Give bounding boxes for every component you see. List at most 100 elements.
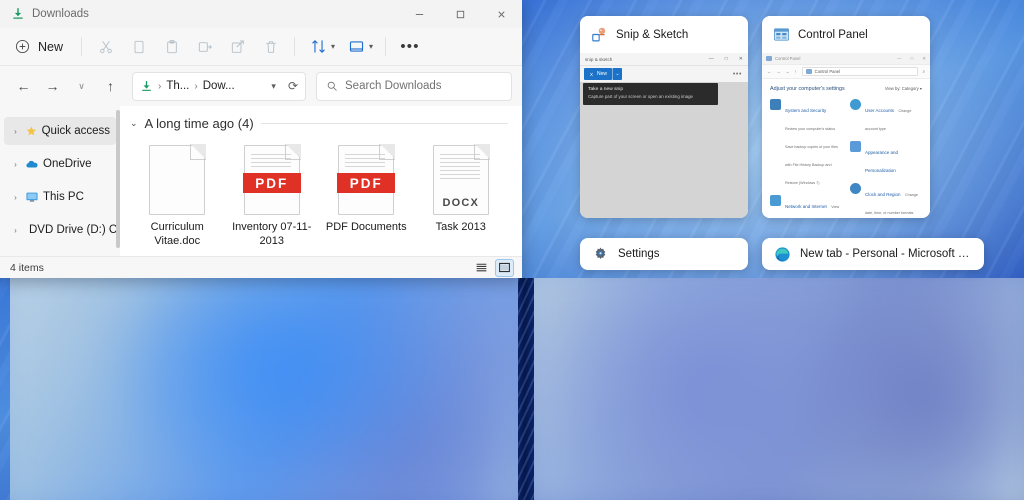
desktop-preview-right[interactable] xyxy=(534,278,1024,500)
view-caret-icon[interactable]: ▾ xyxy=(369,42,377,51)
new-button-label: New xyxy=(38,39,64,54)
chevron-right-icon[interactable]: › xyxy=(10,193,21,202)
chevron-right-icon[interactable]: › xyxy=(10,127,21,136)
taskview-card-title: New tab - Personal - Microsoft Ed... xyxy=(800,248,972,260)
cp-preview-column-right: User Accounts Change account type Appear… xyxy=(850,99,922,218)
chevron-down-icon[interactable]: ⌄ xyxy=(130,118,138,129)
clipboard-icon xyxy=(166,39,177,53)
breadcrumb-separator: › xyxy=(194,80,198,92)
large-icon xyxy=(499,262,510,273)
cp-preview-up-icon: ↑ xyxy=(794,69,797,74)
docx-document-icon: DOCX xyxy=(432,144,490,215)
desktop-preview-right-image xyxy=(534,278,1024,500)
breadcrumb-caret-icon[interactable]: ▾ xyxy=(266,81,281,92)
file-item[interactable]: PDF Inventory 07-11-2013 xyxy=(225,141,320,249)
forward-button[interactable]: → xyxy=(39,73,66,100)
trash-icon xyxy=(265,40,276,53)
cp-preview-item-title: Network and Internet xyxy=(785,204,827,209)
file-grid: Curriculum Vitae.doc PDF Inventory 07-11… xyxy=(130,135,508,249)
back-button[interactable]: ← xyxy=(10,73,37,100)
item-count-label: 4 items xyxy=(10,261,44,274)
shield-icon xyxy=(770,99,781,110)
user-icon xyxy=(850,99,861,110)
copy-button[interactable] xyxy=(123,33,154,61)
refresh-button[interactable]: ⟳ xyxy=(285,79,298,93)
large-icons-view-button[interactable] xyxy=(495,258,514,277)
doc-fold xyxy=(190,144,207,160)
snip-preview-toolbar: New ⌄ ••• xyxy=(580,66,748,82)
paste-button[interactable] xyxy=(156,33,187,61)
maximize-button[interactable] xyxy=(440,0,481,28)
desktop-preview-left[interactable] xyxy=(10,278,518,500)
delete-button[interactable] xyxy=(255,33,286,61)
sort-caret-icon[interactable]: ▾ xyxy=(331,42,339,51)
docx-badge: DOCX xyxy=(442,197,480,209)
share-button[interactable] xyxy=(222,33,253,61)
snip-preview-maximize: □ xyxy=(724,56,728,62)
doc-fold xyxy=(284,144,301,160)
navigation-pane: › Quick access › OneDrive › This PC › DV… xyxy=(0,106,120,256)
minimize-button[interactable] xyxy=(399,0,440,28)
taskview-card-edge[interactable]: New tab - Personal - Microsoft Ed... xyxy=(762,238,984,270)
search-placeholder: Search Downloads xyxy=(345,80,442,92)
sidebar-item-label: Quick access xyxy=(41,125,110,137)
sort-button[interactable] xyxy=(303,33,334,61)
more-options-button[interactable]: ••• xyxy=(394,33,426,61)
new-button[interactable]: New xyxy=(10,33,73,61)
appearance-icon xyxy=(850,141,861,152)
snip-preview-tooltip-desc: Capture part of your screen or open an e… xyxy=(588,94,693,99)
snip-preview-title: snip & sketch xyxy=(585,56,613,62)
address-bar[interactable]: › Th... › Dow... ▾ ⟳ xyxy=(132,71,306,101)
close-button[interactable] xyxy=(481,0,522,28)
list-icon xyxy=(476,263,487,272)
chevron-right-icon[interactable]: › xyxy=(10,226,21,235)
clock-icon xyxy=(850,183,861,194)
recent-locations-button[interactable]: ∨ xyxy=(68,73,95,100)
taskview-card-settings[interactable]: Settings xyxy=(580,238,748,270)
taskview-card-control-panel[interactable]: Control Panel Control Panel — □ ✕ ← → ⌄ … xyxy=(762,16,930,218)
search-input[interactable]: Search Downloads xyxy=(316,71,512,101)
cp-preview-view-by: View by: Category ▾ xyxy=(884,86,922,91)
file-item[interactable]: DOCX Task 2013 xyxy=(414,141,509,249)
file-item[interactable]: Curriculum Vitae.doc xyxy=(130,141,225,249)
sidebar-item-dvd-drive[interactable]: › DVD Drive (D:) Cl xyxy=(4,216,116,244)
cp-preview-titlebar: Control Panel — □ ✕ xyxy=(762,53,930,65)
sidebar-item-quick-access[interactable]: › Quick access xyxy=(4,117,116,145)
snip-preview-new-button: New xyxy=(584,68,613,80)
snip-preview-close: ✕ xyxy=(738,56,743,62)
cp-preview-item: System and Security Review your computer… xyxy=(770,99,842,189)
cp-preview-address-chip: Control Panel xyxy=(801,67,918,76)
up-button[interactable]: ↑ xyxy=(97,73,124,100)
breadcrumb-item-downloads[interactable]: Dow... xyxy=(203,80,235,92)
view-switcher xyxy=(472,258,514,277)
cp-preview-window-controls: — □ ✕ xyxy=(897,56,926,62)
explorer-statusbar: 4 items xyxy=(0,256,522,278)
file-group-header[interactable]: ⌄ A long time ago (4) xyxy=(130,116,508,131)
sidebar-item-this-pc[interactable]: › This PC xyxy=(4,183,116,211)
breadcrumb-separator: › xyxy=(158,80,162,92)
taskview-card-title: Snip & Sketch xyxy=(616,28,689,41)
view-button[interactable] xyxy=(341,33,372,61)
desktop-preview-strip xyxy=(0,278,1024,500)
breadcrumb-item-this-pc[interactable]: Th... xyxy=(166,80,189,92)
control-panel-window-preview: Control Panel — □ ✕ ← → ⌄ ↑ Control Pane… xyxy=(762,53,930,218)
file-item[interactable]: PDF PDF Documents xyxy=(319,141,414,249)
file-list-view[interactable]: ⌄ A long time ago (4) Curriculum Vitae.d… xyxy=(120,106,522,256)
cp-preview-history-icon: ⌄ xyxy=(785,68,790,74)
cp-preview-heading: Adjust your computer's settings xyxy=(770,86,845,92)
sidebar-item-onedrive[interactable]: › OneDrive xyxy=(4,150,116,178)
cp-preview-item: Appearance and Personalization xyxy=(850,141,922,177)
pdf-badge: PDF xyxy=(242,173,301,193)
taskview-card-title: Settings xyxy=(618,248,660,260)
cut-button[interactable] xyxy=(90,33,121,61)
details-view-button[interactable] xyxy=(472,259,491,277)
cp-preview-main: Adjust your computer's settings View by:… xyxy=(762,79,930,218)
cp-preview-columns: System and Security Review your computer… xyxy=(770,99,922,218)
cp-preview-item-text: Network and Internet View network status… xyxy=(785,195,842,218)
chevron-right-icon[interactable]: › xyxy=(10,160,21,169)
taskview-card-snip-sketch[interactable]: Snip & Sketch snip & sketch — □ ✕ New ⌄ … xyxy=(580,16,748,218)
rename-button[interactable] xyxy=(189,33,220,61)
cp-preview-search-icon: ⌕ xyxy=(922,69,925,74)
cp-preview-item-sub: Review your computer's status Save backu… xyxy=(785,127,838,185)
cp-preview-item: User Accounts Change account type xyxy=(850,99,922,135)
